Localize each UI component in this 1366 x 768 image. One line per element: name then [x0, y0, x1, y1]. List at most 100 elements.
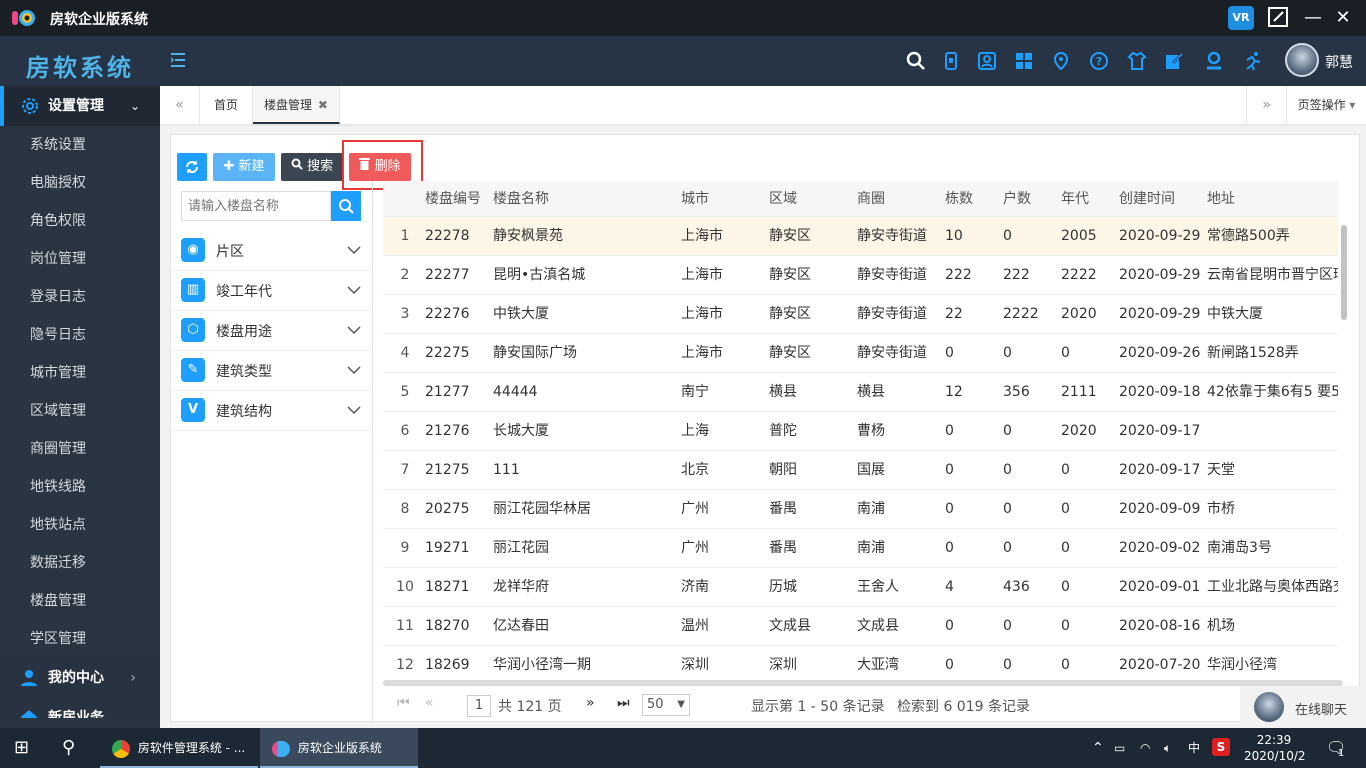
table-row[interactable]: 3 22276 中铁大厦 上海市 静安区 静安寺街道 22 2222 2020 2020-09-2…: [383, 295, 1338, 334]
tab-building-manage[interactable]: 楼盘管理 ✖: [253, 86, 340, 124]
online-chat-button[interactable]: 在线聊天: [1240, 686, 1366, 728]
column-header[interactable]: 地址: [1207, 181, 1235, 217]
ime-indicator[interactable]: 中: [1188, 728, 1200, 768]
wifi-icon[interactable]: ◠: [1140, 728, 1150, 768]
table-cell: 上海市: [681, 228, 723, 244]
username[interactable]: 郭慧: [1325, 52, 1353, 72]
shirt-icon[interactable]: [1127, 51, 1147, 71]
page-number-input[interactable]: 1: [467, 695, 491, 717]
filter-facet[interactable]: ◉ 片区: [171, 231, 371, 271]
edit-window-icon[interactable]: [1265, 6, 1291, 30]
sidebar-item[interactable]: 楼盘管理: [0, 582, 160, 620]
search-icon[interactable]: [906, 51, 926, 71]
vr-icon[interactable]: VR: [1228, 6, 1254, 30]
table-row[interactable]: 8 20275 丽江花园华林居 广州 番禺 南浦 0 0 0 2020-09-09 市桥: [383, 490, 1338, 529]
building-name-search-input[interactable]: [181, 191, 331, 221]
table-row[interactable]: 5 21277 44444 南宁 横县 横县 12 356 2111 2020-09-18 42依靠…: [383, 373, 1338, 412]
phone-icon[interactable]: [941, 51, 961, 71]
run-icon[interactable]: [1243, 51, 1263, 71]
column-header[interactable]: 栋数: [945, 181, 973, 217]
grid-apps-icon[interactable]: [1014, 51, 1034, 71]
filter-facet[interactable]: ✎ 建筑类型: [171, 351, 371, 391]
v-letter-icon: V: [181, 398, 205, 422]
next-page-icon[interactable]: »: [586, 695, 595, 711]
sidebar-item[interactable]: 角色权限: [0, 202, 160, 240]
column-header[interactable]: 商圈: [857, 181, 885, 217]
sidebar-item[interactable]: 隐号日志: [0, 316, 160, 354]
tab-operations-dropdown[interactable]: 页签操作 ▾: [1286, 86, 1366, 124]
column-header[interactable]: 创建时间: [1119, 181, 1175, 217]
table-cell: 0: [1061, 540, 1070, 556]
table-row[interactable]: 10 18271 龙祥华府 济南 历城 王舍人 4 436 0 2020-09-01 工业北路与奥体…: [383, 568, 1338, 607]
windows-start-icon[interactable]: ⊞: [14, 728, 29, 768]
table-row[interactable]: 6 21276 长城大厦 上海 普陀 曹杨 0 0 2020 2020-09-17: [383, 412, 1338, 451]
table-row[interactable]: 2 22277 昆明•古滇名城 上海市 静安区 静安寺街道 222 222 2222 2020-0…: [383, 256, 1338, 295]
sidebar-item[interactable]: 登录日志: [0, 278, 160, 316]
table-row[interactable]: 4 22275 静安国际广场 上海市 静安区 静安寺街道 0 0 0 2020-09-26 新闸路1…: [383, 334, 1338, 373]
sidebar-group-my-center[interactable]: 我的中心 ›: [0, 658, 160, 698]
table-cell: 静安枫景苑: [493, 228, 563, 244]
close-window-button[interactable]: ✕: [1330, 6, 1356, 30]
sidebar-item[interactable]: 数据迁移: [0, 544, 160, 582]
table-vertical-scrollbar[interactable]: [1341, 225, 1347, 320]
last-page-icon[interactable]: ⏭: [617, 695, 630, 711]
refresh-button[interactable]: [177, 153, 207, 181]
help-icon[interactable]: ?: [1089, 51, 1109, 71]
delete-button[interactable]: 删除: [349, 153, 411, 181]
clock[interactable]: 22:39 2020/10/2: [1244, 732, 1306, 764]
table-row[interactable]: 1 22278 静安枫景苑 上海市 静安区 静安寺街道 10 0 2005 2020-09-29 常…: [383, 217, 1338, 256]
sidebar-group-new-house[interactable]: 新房业务: [0, 698, 160, 718]
sidebar-item[interactable]: 城市管理: [0, 354, 160, 392]
location-icon[interactable]: [1051, 51, 1071, 71]
tab-close-icon[interactable]: ✖: [318, 98, 328, 112]
sidebar-item[interactable]: 电脑授权: [0, 164, 160, 202]
house-icon: [21, 710, 37, 718]
column-header[interactable]: 城市: [681, 181, 709, 217]
tab-scroll-right-icon[interactable]: »: [1246, 86, 1286, 124]
first-page-icon[interactable]: ⏮: [397, 695, 410, 711]
table-row[interactable]: 11 18270 亿达春田 温州 文成县 文成县 0 0 0 2020-08-16 机场: [383, 607, 1338, 646]
taskbar-app-active[interactable]: 房软企业版系统: [260, 728, 418, 768]
column-header[interactable]: 区域: [769, 181, 797, 217]
menu-toggle-icon[interactable]: [168, 50, 188, 70]
table-cell: 南宁: [681, 384, 709, 400]
tab-home[interactable]: 首页: [200, 86, 253, 124]
column-header[interactable]: 楼盘编号: [425, 181, 481, 217]
sidebar-item[interactable]: 系统设置: [0, 126, 160, 164]
filter-facet[interactable]: ⬡ 楼盘用途: [171, 311, 371, 351]
page-size-select[interactable]: 50 ▼: [642, 694, 690, 716]
sogou-ime-icon[interactable]: S: [1212, 738, 1230, 756]
filter-search-button[interactable]: [331, 191, 361, 221]
filter-facet[interactable]: ▥ 竣工年代: [171, 271, 371, 311]
taskbar-chrome-app[interactable]: 房软件管理系统 - ...: [100, 728, 258, 768]
tray-expand-icon[interactable]: ⌃: [1092, 728, 1104, 768]
column-header[interactable]: 年代: [1061, 181, 1089, 217]
sidebar-group-settings[interactable]: 设置管理 ⌄: [0, 86, 160, 126]
user-location-icon[interactable]: [1204, 51, 1224, 71]
minimize-button[interactable]: —: [1300, 6, 1326, 30]
table-cell: 长城大厦: [493, 423, 549, 439]
note-edit-icon[interactable]: [1164, 51, 1184, 71]
sidebar-item[interactable]: 区域管理: [0, 392, 160, 430]
sidebar-item[interactable]: 商圈管理: [0, 430, 160, 468]
prev-page-icon[interactable]: «: [425, 695, 434, 711]
volume-icon[interactable]: 🔈︎: [1164, 728, 1171, 768]
new-button[interactable]: ✚ 新建: [213, 153, 275, 181]
sidebar-item[interactable]: 学区管理: [0, 620, 160, 658]
search-button[interactable]: 搜索: [281, 153, 343, 181]
contact-card-icon[interactable]: [977, 51, 997, 71]
column-header[interactable]: 楼盘名称: [493, 181, 549, 217]
table-horizontal-scrollbar[interactable]: [383, 680, 1343, 686]
sidebar-item[interactable]: 地铁站点: [0, 506, 160, 544]
table-row[interactable]: 7 21275 111 北京 朝阳 国展 0 0 0 2020-09-17 天堂: [383, 451, 1338, 490]
table-cell: 静安区: [769, 306, 811, 322]
column-header[interactable]: 户数: [1003, 181, 1031, 217]
filter-facet[interactable]: V 建筑结构: [171, 391, 371, 431]
table-row[interactable]: 9 19271 丽江花园 广州 番禺 南浦 0 0 0 2020-09-02 南浦岛3号: [383, 529, 1338, 568]
sidebar-item[interactable]: 岗位管理: [0, 240, 160, 278]
taskbar-search-icon[interactable]: ⚲: [62, 728, 75, 768]
battery-icon[interactable]: ▭: [1114, 728, 1125, 768]
tab-scroll-left-icon[interactable]: «: [160, 86, 200, 124]
sidebar-item[interactable]: 地铁线路: [0, 468, 160, 506]
avatar[interactable]: [1285, 43, 1319, 77]
